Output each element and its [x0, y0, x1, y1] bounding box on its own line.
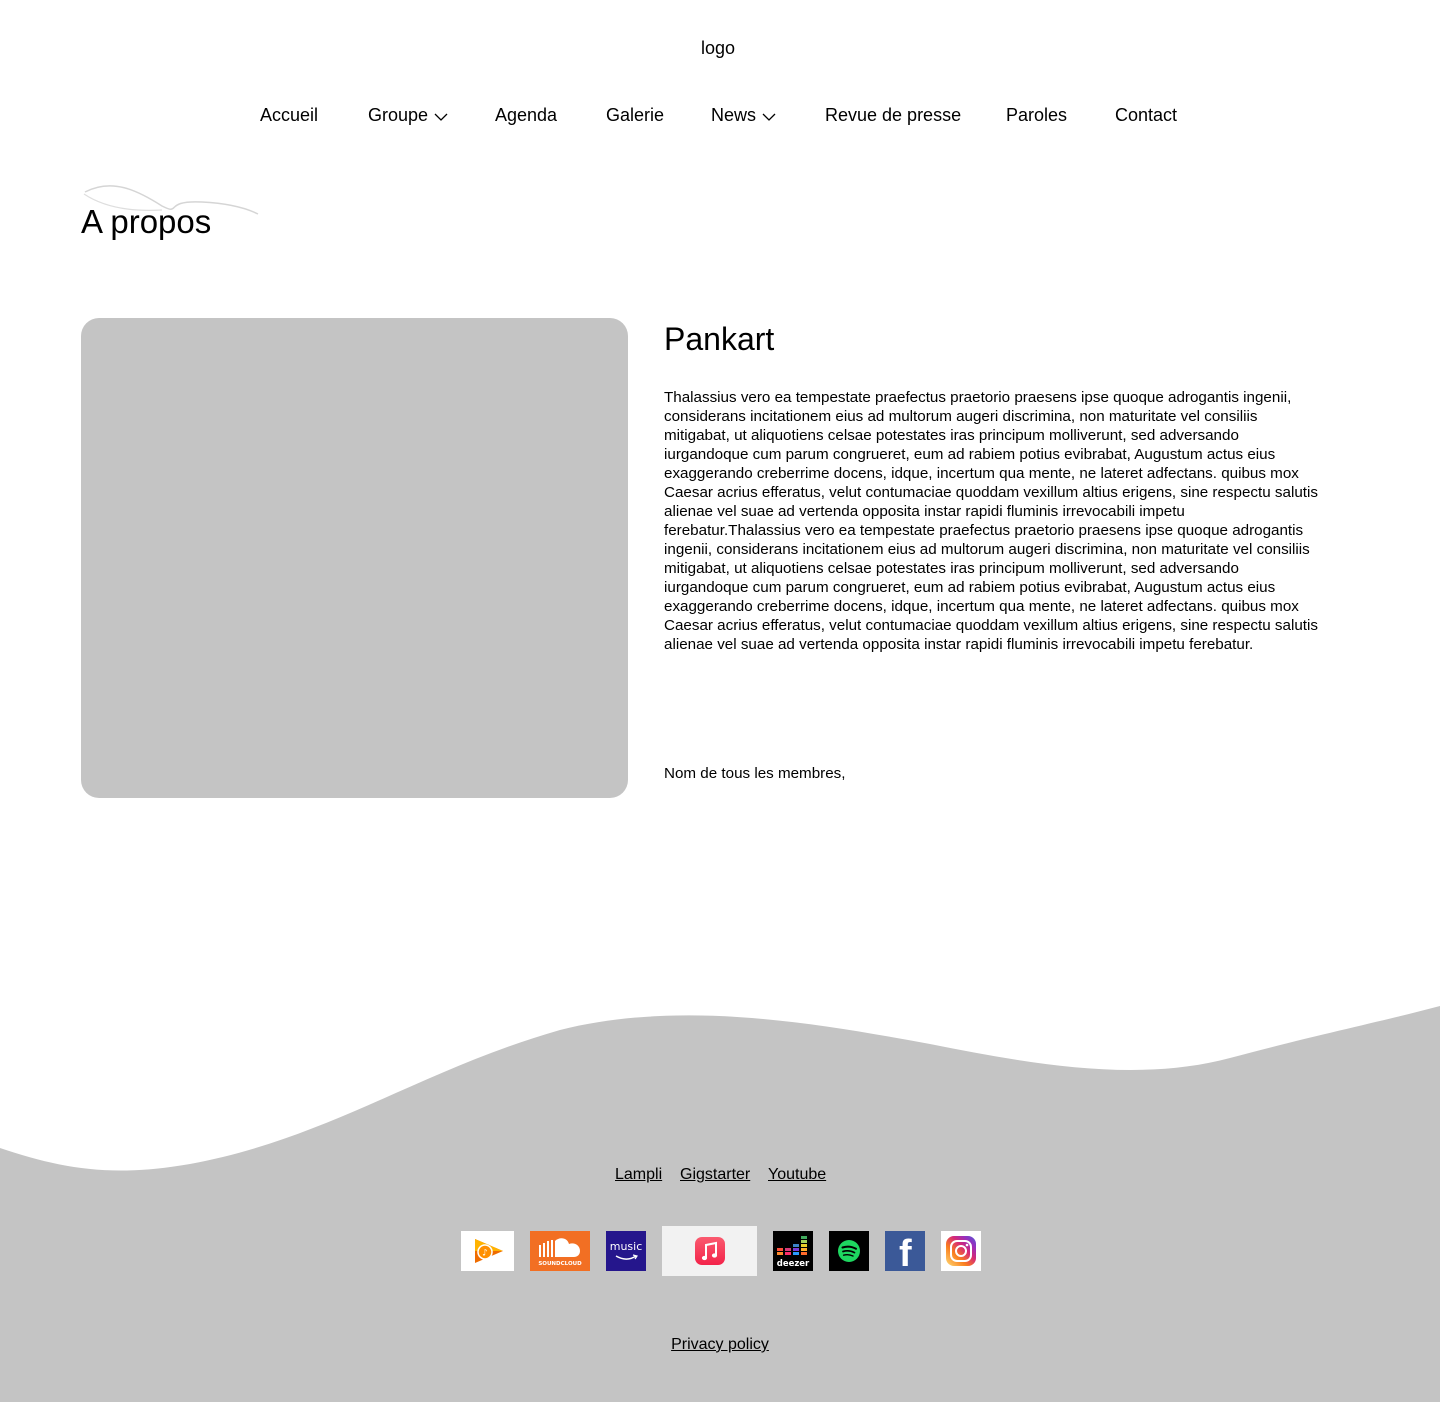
nav-item-label: Agenda [495, 105, 558, 125]
band-description: Thalassius vero ea tempestate praefectus… [664, 389, 1318, 653]
footer-link-lampli[interactable]: Lampli [615, 1165, 662, 1185]
privacy-policy-link[interactable]: Privacy policy [671, 1336, 769, 1353]
nav-item-label: Groupe [368, 105, 429, 125]
soundcloud-wordmark: SOUNDCLOUD [538, 1261, 582, 1267]
page-title: A propos [81, 203, 212, 240]
google-play-music-icon[interactable]: ♪ [461, 1231, 514, 1271]
main-nav: Accueil Groupe Agenda Galerie News Revue… [0, 103, 1440, 127]
facebook-glyph: f [899, 1233, 912, 1271]
apple-music-icon[interactable] [662, 1226, 757, 1276]
privacy-policy-container: Privacy policy [0, 1335, 1440, 1355]
svg-text:♪: ♪ [482, 1249, 488, 1259]
nav-item-groupe[interactable]: Groupe [368, 103, 448, 127]
logo[interactable]: logo [0, 36, 1436, 60]
band-image-placeholder [81, 318, 628, 798]
nav-item-label: Contact [1115, 105, 1178, 125]
band-name: Pankart [664, 321, 775, 357]
nav-item-label: Paroles [1006, 105, 1068, 125]
deezer-wordmark: deezer [776, 1259, 810, 1269]
amazon-music-icon[interactable]: music [606, 1231, 646, 1271]
nav-item-paroles[interactable]: Paroles [1006, 103, 1067, 127]
nav-item-revue-de-presse[interactable]: Revue de presse [825, 103, 961, 127]
chevron-down-icon [762, 103, 776, 127]
band-members: Nom de tous les membres, [664, 765, 846, 782]
footer-link-youtube[interactable]: Youtube [768, 1165, 826, 1185]
spotify-icon[interactable] [829, 1231, 869, 1271]
nav-item-label: Accueil [260, 105, 319, 125]
nav-item-accueil[interactable]: Accueil [260, 103, 318, 127]
chevron-down-icon [434, 103, 448, 127]
nav-item-contact[interactable]: Contact [1115, 103, 1177, 127]
nav-item-news[interactable]: News [711, 103, 776, 127]
nav-item-label: Revue de presse [825, 105, 962, 125]
footer-links: Lampli Gigstarter Youtube [0, 1165, 1440, 1185]
nav-item-label: News [711, 105, 757, 125]
nav-item-agenda[interactable]: Agenda [495, 103, 557, 127]
facebook-icon[interactable]: f [885, 1231, 925, 1271]
footer-link-gigstarter[interactable]: Gigstarter [680, 1165, 750, 1185]
nav-item-label: Galerie [606, 105, 665, 125]
deezer-icon[interactable]: deezer [773, 1231, 813, 1271]
instagram-icon[interactable] [941, 1231, 981, 1271]
soundcloud-icon[interactable]: SOUNDCLOUD [530, 1231, 590, 1271]
nav-item-galerie[interactable]: Galerie [606, 103, 664, 127]
